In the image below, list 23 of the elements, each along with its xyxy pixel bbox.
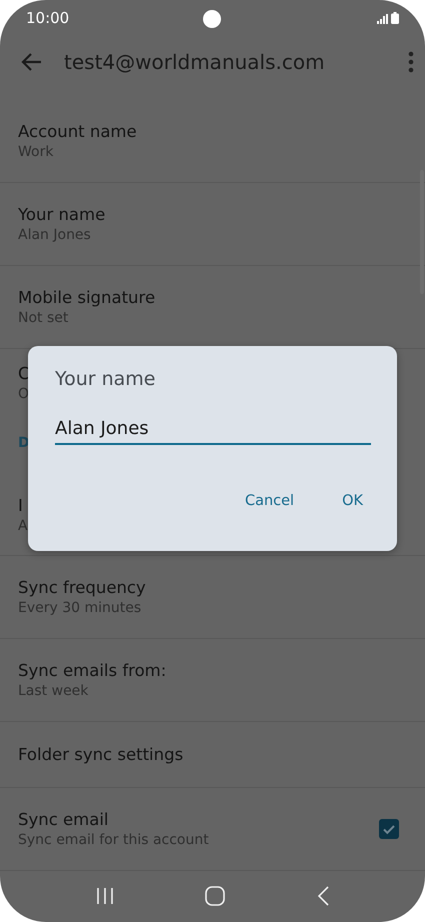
setting-title: Folder sync settings: [18, 744, 184, 764]
setting-title: Sync frequency: [18, 578, 146, 597]
settings-row[interactable]: Folder sync settings: [0, 722, 425, 788]
account-email-title: test4@worldmanuals.com: [64, 50, 326, 74]
dialog-button[interactable]: Cancel: [228, 485, 310, 517]
home-icon[interactable]: [204, 886, 224, 906]
recent-apps-icon[interactable]: [96, 887, 114, 906]
signal-icon: [377, 14, 388, 24]
back-icon[interactable]: [316, 886, 330, 906]
more-options-icon[interactable]: [407, 50, 415, 73]
status-time: 10:00: [26, 9, 70, 28]
battery-icon: [391, 12, 399, 24]
setting-title: Sync email: [18, 810, 109, 829]
dialog-button[interactable]: OK: [326, 485, 379, 517]
checkbox[interactable]: [379, 818, 399, 839]
setting-title: Mobile signature: [18, 288, 156, 307]
setting-title: Sync emails from:: [18, 660, 166, 680]
name-input-field[interactable]: Alan Jones: [55, 418, 371, 445]
dialog-title: Your name: [55, 368, 156, 390]
camera-hole-icon: [203, 10, 221, 28]
setting-title: Account name: [18, 122, 137, 141]
setting-title: Your name: [18, 204, 106, 224]
setting-title: I: [18, 496, 23, 515]
